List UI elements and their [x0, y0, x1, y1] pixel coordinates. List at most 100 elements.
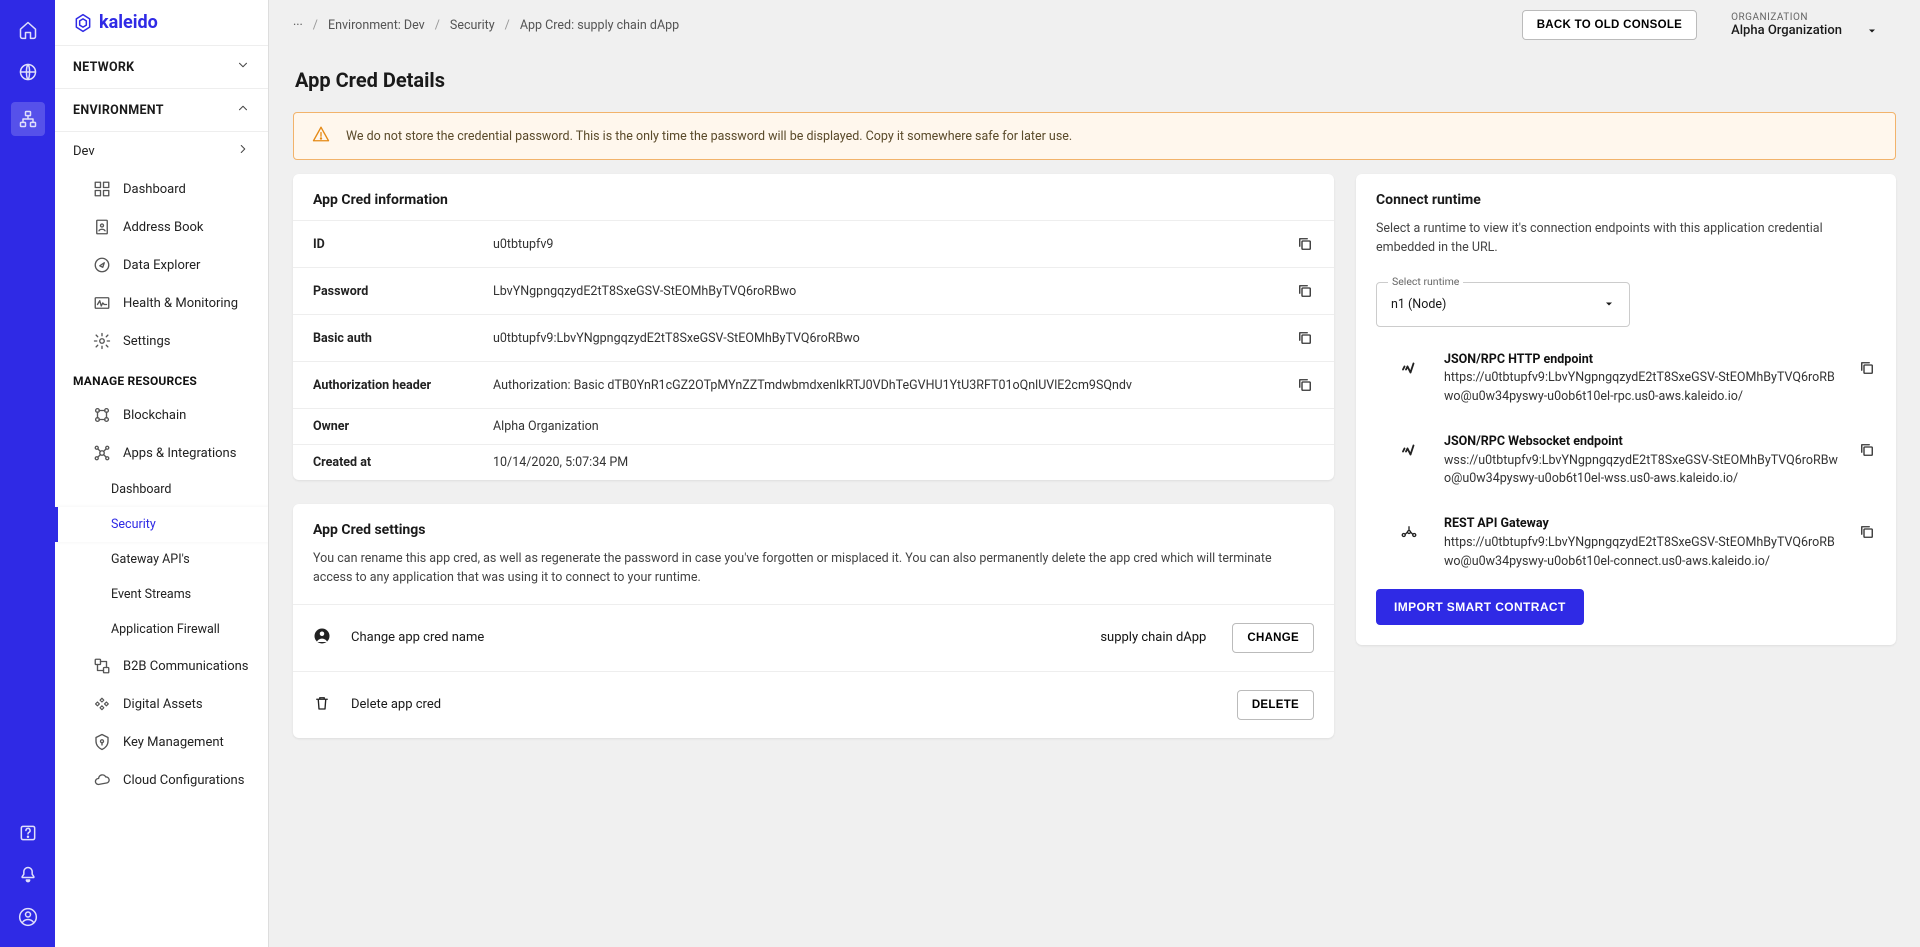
- globe-icon[interactable]: [16, 60, 40, 84]
- dashboard-icon: [93, 180, 111, 198]
- cloud-icon: [93, 771, 111, 789]
- info-row-id: IDu0tbtupfv9: [293, 220, 1334, 267]
- import-smart-contract-button[interactable]: IMPORT SMART CONTRACT: [1376, 589, 1584, 625]
- sidebar-item-label: Cloud Configurations: [123, 773, 244, 788]
- endpoint-json-rpc-http-endpoint: JSON/RPC HTTP endpointhttps://u0tbtupfv9…: [1356, 337, 1896, 419]
- sidebar-item-cloud-configurations[interactable]: Cloud Configurations: [55, 761, 268, 799]
- sidebar-item-application-firewall[interactable]: Application Firewall: [55, 612, 268, 647]
- password-warning-alert: We do not store the credential password.…: [293, 112, 1896, 160]
- endpoint-url: https://u0tbtupfv9:LbvYNgpngqzydE2tT8Sxe…: [1444, 369, 1840, 407]
- copy-icon[interactable]: [1274, 376, 1314, 394]
- environment-section-header[interactable]: ENVIRONMENT: [55, 89, 268, 132]
- sidebar-item-health-monitoring[interactable]: Health & Monitoring: [55, 284, 268, 322]
- copy-icon[interactable]: [1858, 441, 1876, 463]
- org-name: Alpha Organization: [1731, 23, 1842, 38]
- chevron-down-icon: [236, 58, 250, 76]
- org-label: ORGANIZATION: [1731, 12, 1878, 23]
- sitemap-icon[interactable]: [11, 102, 45, 136]
- gear-icon: [93, 332, 111, 350]
- blockchain-icon: [93, 406, 111, 424]
- health-icon: [93, 294, 111, 312]
- sidebar-item-apps-integrations[interactable]: Apps & Integrations: [55, 434, 268, 472]
- bell-icon[interactable]: [16, 863, 40, 887]
- info-label: Created at: [313, 455, 493, 470]
- sidebar-item-label: Application Firewall: [111, 622, 220, 637]
- app-cred-information-card: App Cred information IDu0tbtupfv9Passwor…: [293, 174, 1334, 480]
- key-icon: [93, 733, 111, 751]
- trash-icon: [313, 694, 335, 716]
- breadcrumb-current: App Cred: supply chain dApp: [520, 18, 679, 33]
- info-row-basic-auth: Basic authu0tbtupfv9:LbvYNgpngqzydE2tT8S…: [293, 314, 1334, 361]
- sidebar-item-label: Data Explorer: [123, 258, 200, 273]
- settings-card-title: App Cred settings: [293, 504, 1334, 550]
- copy-icon[interactable]: [1274, 329, 1314, 347]
- delete-button[interactable]: DELETE: [1237, 690, 1314, 720]
- sidebar-item-digital-assets[interactable]: Digital Assets: [55, 685, 268, 723]
- runtime-card-title: Connect runtime: [1356, 174, 1896, 220]
- breadcrumb-more[interactable]: ···: [293, 18, 303, 33]
- address-book-icon: [93, 218, 111, 236]
- connect-runtime-card: Connect runtime Select a runtime to view…: [1356, 174, 1896, 645]
- sidebar-item-settings[interactable]: Settings: [55, 322, 268, 360]
- setting-row-delete-app-cred: Delete app cred DELETE: [293, 671, 1334, 738]
- sidebar-item-security[interactable]: Security: [55, 507, 268, 542]
- copy-icon[interactable]: [1858, 523, 1876, 545]
- setting-label: Change app cred name: [351, 630, 484, 645]
- assets-icon: [93, 695, 111, 713]
- main: ··· / Environment: Dev / Security / App …: [269, 0, 1920, 947]
- change-button[interactable]: CHANGE: [1232, 623, 1314, 653]
- info-row-password: PasswordLbvYNgpngqzydE2tT8SxeGSV-StEOMhB…: [293, 267, 1334, 314]
- breadcrumb-security[interactable]: Security: [450, 18, 495, 33]
- sidebar-item-label: Security: [111, 517, 156, 532]
- home-icon[interactable]: [16, 18, 40, 42]
- sidebar-item-label: Key Management: [123, 735, 224, 750]
- setting-current-value: supply chain dApp: [1100, 630, 1206, 645]
- page-title: App Cred Details: [295, 68, 1896, 92]
- runtime-selected-value: n1 (Node): [1391, 297, 1446, 312]
- setting-label: Delete app cred: [351, 697, 441, 712]
- account-icon[interactable]: [16, 905, 40, 929]
- sidebar-env-select[interactable]: Dev: [55, 132, 268, 170]
- runtime-select[interactable]: n1 (Node): [1376, 282, 1630, 327]
- sidebar-item-data-explorer[interactable]: Data Explorer: [55, 246, 268, 284]
- ws-icon: [1400, 441, 1426, 467]
- alert-text: We do not store the credential password.…: [346, 129, 1072, 144]
- sidebar-item-label: Digital Assets: [123, 697, 203, 712]
- copy-icon[interactable]: [1274, 282, 1314, 300]
- rest-icon: [1400, 523, 1426, 549]
- info-label: Basic auth: [313, 331, 493, 346]
- sidebar-item-label: Settings: [123, 334, 170, 349]
- help-icon[interactable]: [16, 821, 40, 845]
- org-switcher[interactable]: ORGANIZATION Alpha Organization: [1731, 12, 1896, 38]
- sidebar-item-label: Health & Monitoring: [123, 296, 238, 311]
- sidebar-item-label: Gateway API's: [111, 552, 190, 567]
- info-value: Authorization: Basic dTB0YnR1cGZ2OTpMYnZ…: [493, 378, 1274, 393]
- info-label: Authorization header: [313, 378, 493, 393]
- sidebar-item-label: Blockchain: [123, 408, 186, 423]
- info-card-title: App Cred information: [293, 174, 1334, 220]
- compass-icon: [93, 256, 111, 274]
- sidebar-item-event-streams[interactable]: Event Streams: [55, 577, 268, 612]
- breadcrumb-env[interactable]: Environment: Dev: [328, 18, 425, 33]
- copy-icon[interactable]: [1274, 235, 1314, 253]
- sidebar-item-dashboard[interactable]: Dashboard: [55, 170, 268, 208]
- endpoint-title: REST API Gateway: [1444, 515, 1840, 534]
- chevron-right-icon: [236, 142, 250, 160]
- back-to-old-console-button[interactable]: BACK TO OLD CONSOLE: [1522, 10, 1697, 40]
- network-section-header[interactable]: NETWORK: [55, 46, 268, 89]
- copy-icon[interactable]: [1858, 359, 1876, 381]
- endpoint-title: JSON/RPC HTTP endpoint: [1444, 351, 1840, 370]
- brand-logo[interactable]: kaleido: [55, 0, 268, 46]
- sidebar-item-key-management[interactable]: Key Management: [55, 723, 268, 761]
- info-label: ID: [313, 237, 493, 252]
- sidebar-item-label: Dashboard: [111, 482, 171, 497]
- http-icon: [1400, 359, 1426, 385]
- sidebar-item-b-b-communications[interactable]: B2B Communications: [55, 647, 268, 685]
- sidebar-item-gateway-api-s[interactable]: Gateway API's: [55, 542, 268, 577]
- info-value: LbvYNgpngqzydE2tT8SxeGSV-StEOMhByTVQ6roR…: [493, 284, 1274, 299]
- breadcrumb-sep: /: [505, 18, 510, 33]
- runtime-select-label: Select runtime: [1388, 275, 1463, 288]
- sidebar-item-dashboard[interactable]: Dashboard: [55, 472, 268, 507]
- sidebar-item-address-book[interactable]: Address Book: [55, 208, 268, 246]
- sidebar-item-blockchain[interactable]: Blockchain: [55, 396, 268, 434]
